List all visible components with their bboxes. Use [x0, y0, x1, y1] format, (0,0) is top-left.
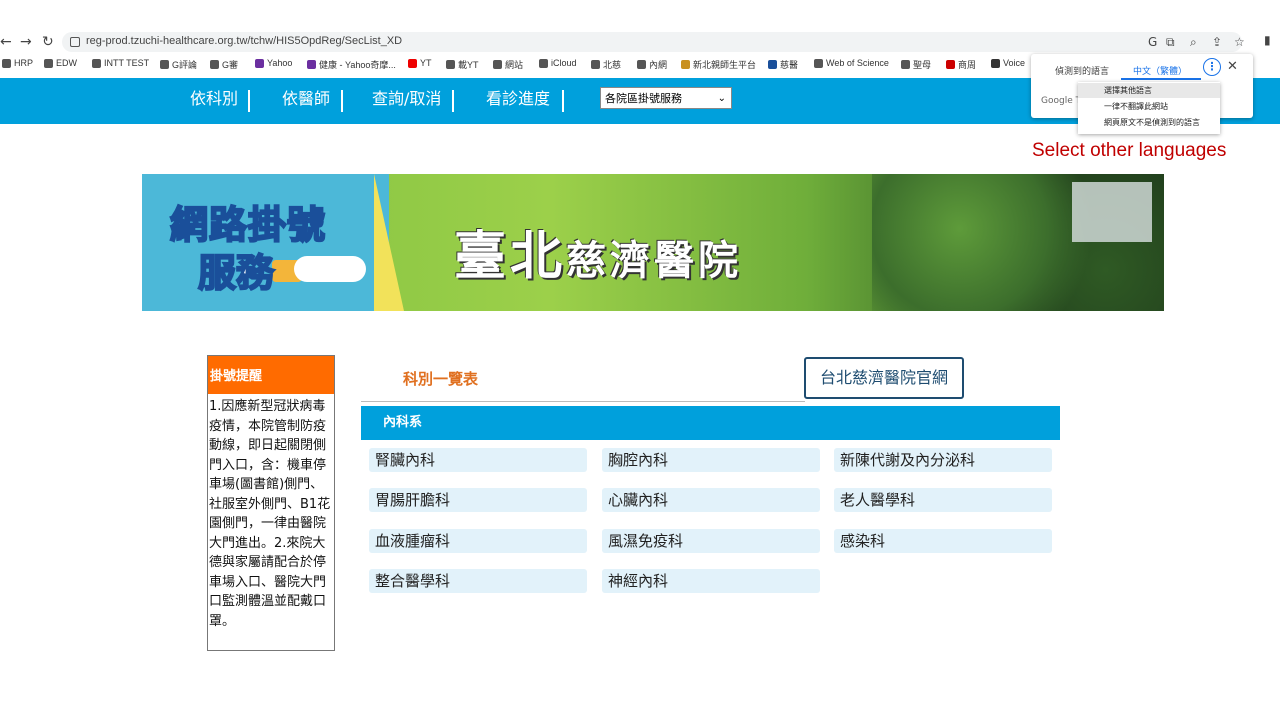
bookmark-icon: [493, 60, 502, 69]
bookmark-icon: [991, 58, 1000, 68]
bookmark-icon: [637, 60, 646, 69]
bookmark[interactable]: Web of Science: [814, 58, 889, 68]
bookmark[interactable]: 北慈: [591, 58, 621, 71]
bookmark-icon: [92, 58, 101, 68]
bookmark[interactable]: 新北親師生平台: [681, 58, 756, 71]
bookmark[interactable]: 健康 - Yahoo奇摩...: [307, 58, 396, 71]
bookmark-icon: [591, 60, 600, 69]
youtube-icon: [408, 58, 417, 68]
bookmark[interactable]: Yahoo: [255, 58, 292, 68]
bookmark[interactable]: 聖母: [901, 58, 931, 71]
dept-button[interactable]: 整合醫學科: [369, 569, 587, 593]
address-bar-row: ← → ↻ reg-prod.tzuchi-healthcare.org.tw/…: [0, 30, 1280, 54]
lock-icon: [70, 37, 80, 47]
dept-button[interactable]: 風濕免疫科: [602, 529, 820, 553]
more-options-icon[interactable]: ⋮: [1203, 58, 1221, 76]
bookmark-icon: [210, 60, 219, 69]
title-divider: [361, 401, 805, 402]
cloud-icon: [294, 256, 366, 282]
google-icon[interactable]: G: [1148, 35, 1157, 49]
bookmark[interactable]: INTT TEST: [92, 58, 149, 68]
nav-divider: [452, 90, 454, 112]
apple-icon: [539, 58, 548, 68]
bookmark-icon: [681, 60, 690, 69]
nav-query-cancel[interactable]: 查詢/取消: [372, 88, 441, 110]
yahoo-icon: [307, 60, 316, 69]
menu-choose-language[interactable]: 選擇其他語言: [1078, 83, 1220, 98]
nav-by-doctor[interactable]: 依醫師: [282, 88, 330, 110]
bookmark[interactable]: HRP: [2, 58, 33, 68]
dept-button[interactable]: 胸腔內科: [602, 448, 820, 472]
campus-select[interactable]: 各院區掛號服務 ⌄: [600, 87, 732, 109]
back-icon[interactable]: ←: [0, 33, 12, 51]
chevron-down-icon: ⌄: [717, 93, 726, 104]
bookmark-icon: [768, 60, 777, 69]
translate-icon[interactable]: ⧉: [1166, 35, 1175, 50]
bookmark-icon: [446, 60, 455, 69]
bookmark[interactable]: 商周: [946, 58, 976, 71]
bookmark-icon: [44, 58, 53, 68]
annotation-label: Select other languages: [1032, 140, 1227, 161]
hospital-title: 臺北慈濟醫院: [454, 227, 743, 287]
bookmark[interactable]: G審: [210, 58, 238, 71]
dept-button[interactable]: 老人醫學科: [834, 488, 1052, 512]
menu-wrong-language[interactable]: 網頁原文不是偵測到的語言: [1078, 115, 1220, 130]
bookmark-icon: [901, 60, 910, 69]
dept-button[interactable]: 胃腸肝膽科: [369, 488, 587, 512]
building-image: [1072, 182, 1152, 242]
nav-divider: [562, 90, 564, 112]
dept-button[interactable]: 心臟內科: [602, 488, 820, 512]
sidepanel-icon[interactable]: ▮: [1264, 33, 1271, 47]
bookmark[interactable]: YT: [408, 58, 432, 68]
department-list-title[interactable]: 科別一覽表: [403, 368, 478, 389]
bookmark[interactable]: 內網: [637, 58, 667, 71]
dept-button[interactable]: 神經內科: [602, 569, 820, 593]
url-field[interactable]: reg-prod.tzuchi-healthcare.org.tw/tchw/H…: [62, 32, 1245, 52]
official-site-button[interactable]: 台北慈濟醫院官網: [804, 357, 964, 399]
translate-tab-detected[interactable]: 偵測到的語言: [1055, 64, 1109, 77]
bookmark[interactable]: G評論: [160, 58, 197, 71]
bookmark[interactable]: iCloud: [539, 58, 577, 68]
translate-options-menu: 選擇其他語言 一律不翻譯此網站 網頁原文不是偵測到的語言: [1078, 82, 1220, 134]
translate-tab-target[interactable]: 中文（繁體）: [1133, 64, 1187, 77]
dept-button[interactable]: 腎臟內科: [369, 448, 587, 472]
registration-notice: 掛號提醒 1.因應新型冠狀病毒疫情，本院管制防疫動線，即日起關閉側門入口，含：機…: [207, 355, 335, 651]
bookmark[interactable]: Voice: [991, 58, 1025, 68]
active-tab-indicator: [1121, 78, 1201, 80]
forward-icon[interactable]: →: [20, 33, 32, 51]
dept-button[interactable]: 血液腫瘤科: [369, 529, 587, 553]
zoom-icon[interactable]: ⌕: [1190, 35, 1197, 50]
url-text: reg-prod.tzuchi-healthcare.org.tw/tchw/H…: [86, 35, 403, 47]
nav-divider: [341, 90, 343, 112]
star-icon[interactable]: ☆: [1234, 35, 1245, 49]
banner-text-line1: 網路掛號: [169, 202, 327, 248]
bookmark-icon: [2, 58, 11, 68]
menu-never-translate-site[interactable]: 一律不翻譯此網站: [1078, 99, 1220, 114]
bookmark[interactable]: EDW: [44, 58, 77, 68]
bookmark[interactable]: 網站: [493, 58, 523, 71]
nav-divider: [248, 90, 250, 112]
bookmark-icon: [814, 58, 823, 68]
bookmark-icon: [946, 60, 955, 69]
reload-icon[interactable]: ↻: [42, 33, 54, 51]
share-icon[interactable]: ⇪: [1212, 35, 1222, 49]
bookmark[interactable]: 慈醫: [768, 58, 798, 71]
yahoo-icon: [255, 58, 264, 68]
dept-button[interactable]: 新陳代謝及內分泌科: [834, 448, 1052, 472]
nav-by-department[interactable]: 依科別: [190, 88, 238, 110]
bookmark-icon: [160, 60, 169, 69]
dept-button[interactable]: 感染科: [834, 529, 1052, 553]
notice-title: 掛號提醒: [208, 356, 334, 394]
hospital-banner: 網路掛號 服務 臺北慈濟醫院: [142, 174, 1164, 311]
banner-text-line2: 服務: [197, 250, 275, 296]
bookmark[interactable]: 載YT: [446, 58, 479, 71]
nav-progress[interactable]: 看診進度: [486, 88, 550, 110]
banner-wedge: [374, 174, 404, 311]
category-header: 內科系: [361, 406, 1060, 440]
notice-body: 1.因應新型冠狀病毒疫情，本院管制防疫動線，即日起關閉側門入口，含：機車停車場(…: [209, 399, 331, 629]
close-icon[interactable]: ✕: [1227, 59, 1238, 74]
